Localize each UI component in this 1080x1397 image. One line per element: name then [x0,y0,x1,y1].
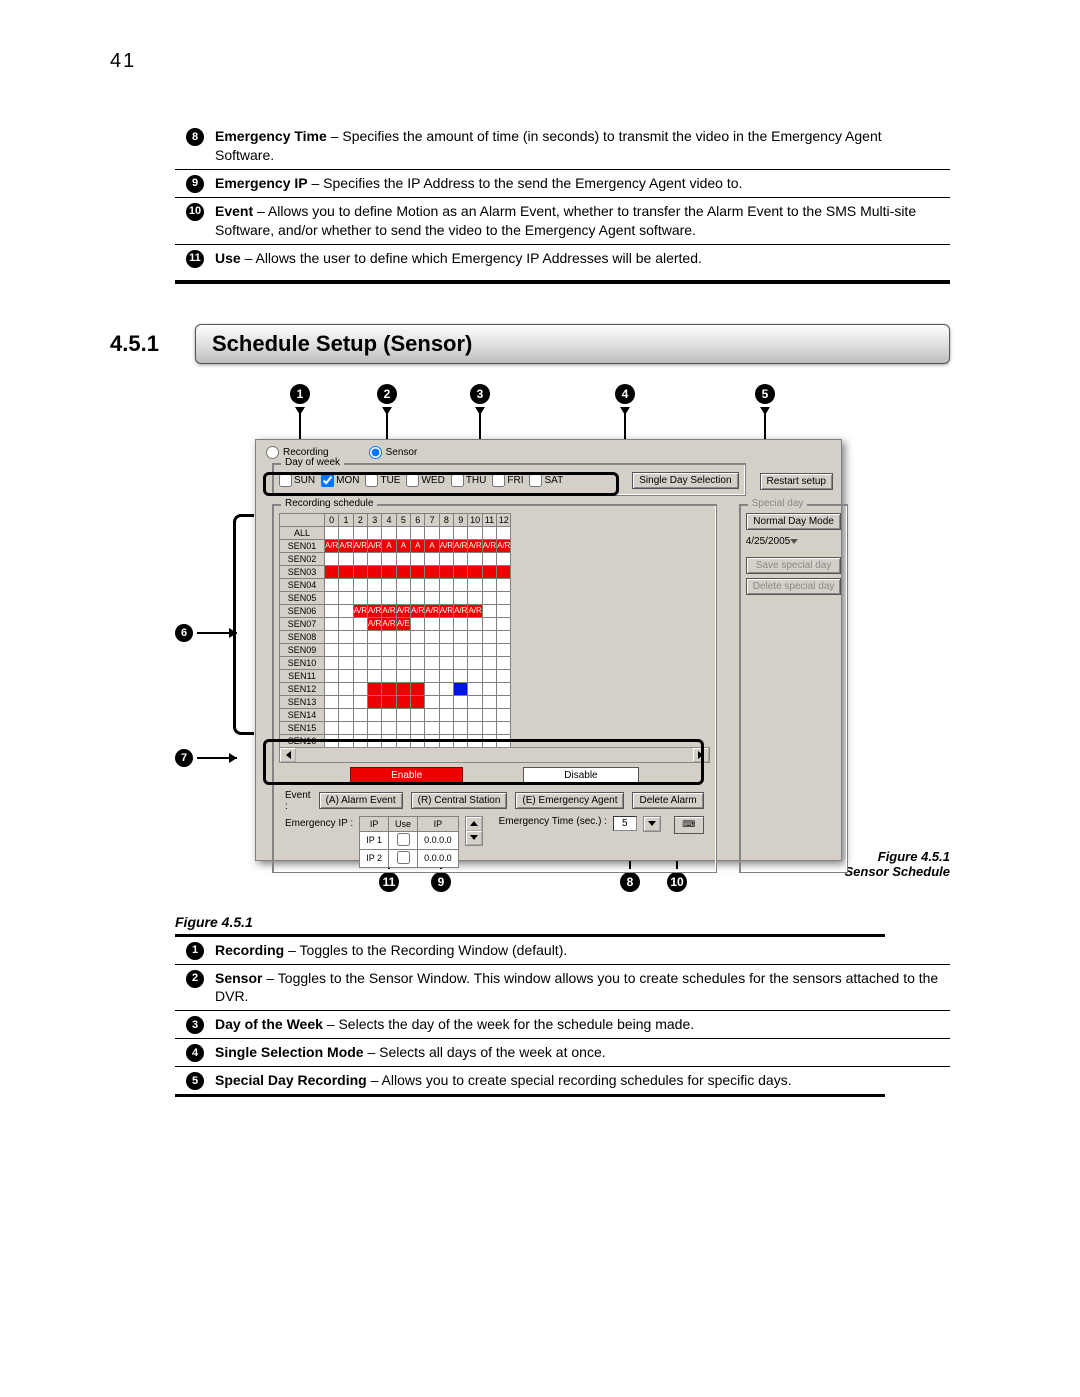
bullet-b1: 1 [186,942,204,960]
single-day-selection-button[interactable]: Single Day Selection [632,472,738,489]
ip-scroll[interactable] [465,816,483,846]
definition-text: Emergency IP – Specifies the IP Address … [215,174,950,193]
scroll-left-icon[interactable] [280,748,296,762]
emergency-ip-label: Emergency IP : [285,818,353,829]
definition-text: Sensor – Toggles to the Sensor Window. T… [215,969,950,1007]
day-sun[interactable]: SUN [279,474,315,487]
bullet-10: 10 [186,203,204,221]
emergency-time-value[interactable]: 5 [613,816,637,831]
diagram-area: 1 2 3 4 5 6 7 [175,384,950,884]
bullet-b5: 5 [186,1072,204,1090]
delete-alarm-button[interactable]: Delete Alarm [632,792,703,809]
top-definitions: 8 Emergency Time – Specifies the amount … [175,123,950,272]
bullet-11: 11 [186,250,204,268]
figure-heading: Figure 4.5.1 [175,914,950,930]
bullet-b4: 4 [186,1044,204,1062]
callout-6: 6 [175,624,193,642]
time-dropdown[interactable] [643,816,661,832]
chevron-down-icon [790,539,798,544]
page-number: 41 [110,50,950,73]
bullet-8: 8 [186,128,204,146]
callout-7: 7 [175,749,193,767]
callout-3: 3 [470,384,490,404]
schedule-panel: Recording Sensor Day of week SUNMONTUEWE… [255,439,842,861]
section-title: Schedule Setup (Sensor) [195,324,950,364]
scroll-right-icon[interactable] [693,748,709,762]
enable-button[interactable]: Enable [350,767,463,784]
keyboard-icon[interactable] [674,816,704,834]
day-tue[interactable]: TUE [365,474,400,487]
day-mon[interactable]: MON [321,474,359,487]
day-wed[interactable]: WED [406,474,444,487]
callout-1: 1 [290,384,310,404]
definition-text: Day of the Week – Selects the day of the… [215,1015,950,1034]
date-input[interactable]: 4/25/2005 [746,536,842,547]
day-thu[interactable]: THU [451,474,487,487]
sensor-radio[interactable]: Sensor [369,446,418,459]
day-sat[interactable]: SAT [529,474,563,487]
bullet-9: 9 [186,175,204,193]
figure-caption: Figure 4.5.1 Sensor Schedule [845,849,950,880]
definition-text: Emergency Time – Specifies the amount of… [215,127,950,165]
definition-text: Use – Allows the user to define which Em… [215,249,950,268]
horizontal-scrollbar[interactable] [279,747,710,763]
special-day-label: Special day [748,498,808,509]
bullet-b3: 3 [186,1016,204,1034]
day-fri[interactable]: FRI [492,474,523,487]
save-special-day-button[interactable]: Save special day [746,557,842,574]
event-label: Event : [285,790,311,812]
delete-special-day-button[interactable]: Delete special day [746,578,842,595]
restart-setup-button[interactable]: Restart setup [760,473,833,490]
bottom-definitions: 1 Recording – Toggles to the Recording W… [175,937,950,1095]
schedule-grid[interactable]: 0123456789101112ALLSEN01A/RA/RA/RA/RAAAA… [279,513,511,748]
ip-table[interactable]: IPUseIPIP 10.0.0.0IP 20.0.0.0 [359,816,458,868]
callout-5: 5 [755,384,775,404]
emergency-time-label: Emergency Time (sec.) : [499,816,607,827]
section-number: 4.5.1 [110,324,195,364]
disable-button[interactable]: Disable [523,767,638,784]
definition-text: Special Day Recording – Allows you to cr… [215,1071,950,1090]
definition-text: Recording – Toggles to the Recording Win… [215,941,950,960]
definition-text: Single Selection Mode – Selects all days… [215,1043,950,1062]
rec-schedule-label: Recording schedule [281,498,377,509]
callout-2: 2 [377,384,397,404]
bullet-b2: 2 [186,970,204,988]
definition-text: Event – Allows you to define Motion as a… [215,202,950,240]
event-r-button[interactable]: (R) Central Station [411,792,508,809]
day-group-label: Day of week [281,457,344,468]
callout-4: 4 [615,384,635,404]
normal-day-mode-button[interactable]: Normal Day Mode [746,513,842,530]
event-a-button[interactable]: (A) Alarm Event [319,792,403,809]
event-e-button[interactable]: (E) Emergency Agent [515,792,624,809]
